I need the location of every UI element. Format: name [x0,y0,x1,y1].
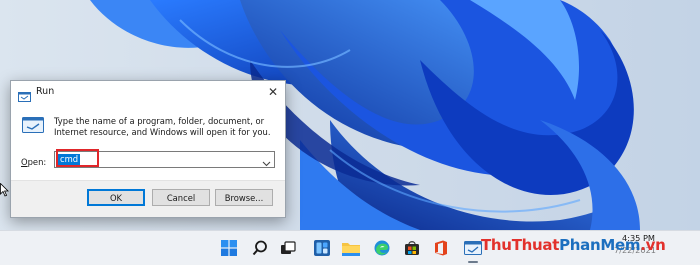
open-label-accel: O [21,157,28,167]
watermark-part1: ThuThuat [481,236,560,254]
cancel-button[interactable]: Cancel [152,189,210,206]
open-label: Open: [21,157,46,167]
search-icon[interactable] [250,238,270,258]
program-icon [22,117,44,133]
dialog-title: Run [36,86,55,97]
dialog-description: Type the name of a program, folder, docu… [54,116,271,137]
run-taskbar-icon[interactable] [463,238,483,258]
store-icon[interactable] [402,238,422,258]
active-app-indicator [468,261,478,263]
widgets-icon[interactable] [312,238,332,258]
windows-start-icon[interactable] [219,238,239,258]
ok-button[interactable]: OK [87,189,145,206]
task-view-icon[interactable] [278,238,298,258]
close-button[interactable]: ✕ [261,81,285,103]
dialog-footer: OK Cancel Browse... [11,180,285,217]
watermark-part3: .vn [640,236,666,254]
dialog-titlebar[interactable]: Run ✕ [11,81,285,105]
chevron-down-icon[interactable] [262,154,271,167]
close-icon: ✕ [267,85,279,99]
watermark-logo: ThuThuatPhanMem.vn [481,236,666,254]
office-icon[interactable] [431,238,451,258]
run-dialog: Run ✕ Type the name of a program, folder… [10,80,286,218]
input-highlight-box [56,149,99,167]
watermark-part2: PhanMem [559,236,641,254]
file-explorer-icon[interactable] [341,238,361,258]
edge-icon[interactable] [372,238,392,258]
mouse-cursor-icon [0,182,10,197]
browse-label: Browse... [224,192,264,203]
run-icon [18,87,31,102]
open-label-rest: pen: [27,157,47,167]
browse-button[interactable]: Browse... [215,189,273,206]
